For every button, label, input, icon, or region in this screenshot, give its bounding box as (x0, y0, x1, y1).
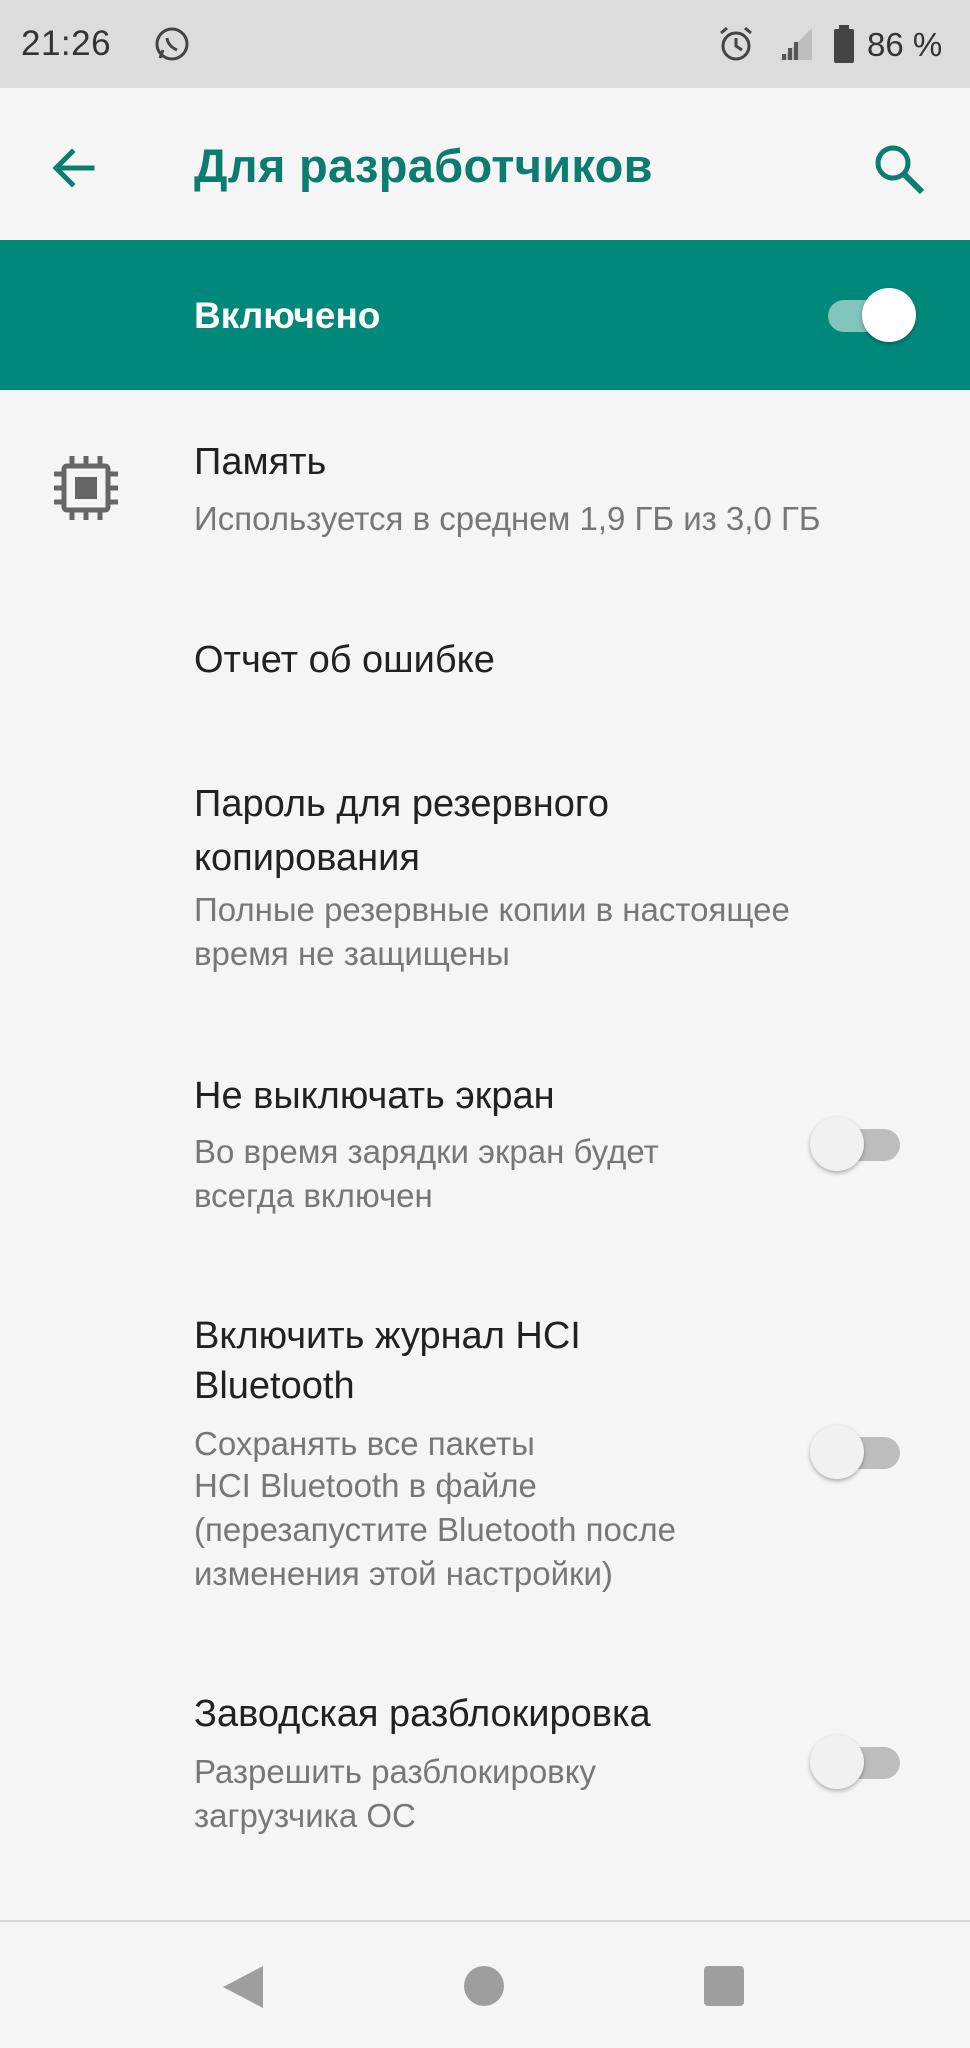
app-toolbar: Для разработчиков (0, 88, 970, 240)
oem-unlock-switch[interactable] (810, 1735, 900, 1791)
item-subtitle: загрузчика ОС (194, 1797, 416, 1834)
switch-thumb (810, 1117, 864, 1171)
battery-percent: 86 % (867, 26, 943, 63)
whatsapp-icon (155, 27, 189, 61)
arrow-back-icon[interactable] (44, 138, 104, 198)
switch-thumb (810, 1735, 864, 1789)
item-title: Пароль для резервного (194, 783, 610, 825)
item-title: Отчет об ошибке (194, 639, 495, 681)
switch-thumb (810, 1425, 864, 1479)
nav-recents-icon[interactable] (704, 1966, 744, 2006)
item-subtitle: HCI Bluetooth в файле (194, 1467, 537, 1504)
system-nav-bar (0, 1920, 970, 2048)
item-subtitle: Полные резервные копии в настоящее (194, 891, 790, 928)
item-title: Заводская разблокировка (194, 1693, 651, 1735)
switch-thumb (862, 288, 916, 342)
item-title: Включить журнал HCI (194, 1315, 581, 1357)
item-subtitle: Во время зарядки экран будет (194, 1133, 659, 1170)
status-bar: 21:26 86 % (0, 0, 970, 88)
item-title: Память (194, 441, 327, 483)
master-switch[interactable] (828, 288, 918, 344)
item-title: Не выключать экран (194, 1075, 555, 1117)
page-title: Для разработчиков (194, 139, 653, 192)
nav-back-icon[interactable] (219, 1962, 267, 2012)
signal-icon (780, 28, 812, 60)
bluetooth-hci-log-switch[interactable] (810, 1425, 900, 1481)
search-icon[interactable] (870, 140, 928, 198)
item-subtitle: Используется в среднем 1,9 ГБ из 3,0 ГБ (194, 500, 821, 537)
item-subtitle: (перезапустите Bluetooth после (194, 1511, 676, 1548)
memory-chip-icon (54, 456, 118, 520)
stay-awake-switch[interactable] (810, 1117, 900, 1173)
item-subtitle: время не защищены (194, 935, 510, 972)
developer-options-master-toggle[interactable]: Включено (0, 240, 970, 390)
item-subtitle: Разрешить разблокировку (194, 1753, 597, 1790)
alarm-icon (720, 26, 752, 61)
battery-icon (834, 25, 854, 63)
master-toggle-label: Включено (194, 295, 381, 336)
item-subtitle: Сохранять все пакеты (194, 1425, 535, 1462)
status-time: 21:26 (21, 24, 112, 63)
item-subtitle: изменения этой настройки) (194, 1555, 613, 1592)
nav-home-icon[interactable] (464, 1966, 504, 2006)
item-subtitle: всегда включен (194, 1177, 433, 1214)
item-title: Bluetooth (194, 1365, 355, 1407)
item-title: копирования (194, 837, 420, 879)
